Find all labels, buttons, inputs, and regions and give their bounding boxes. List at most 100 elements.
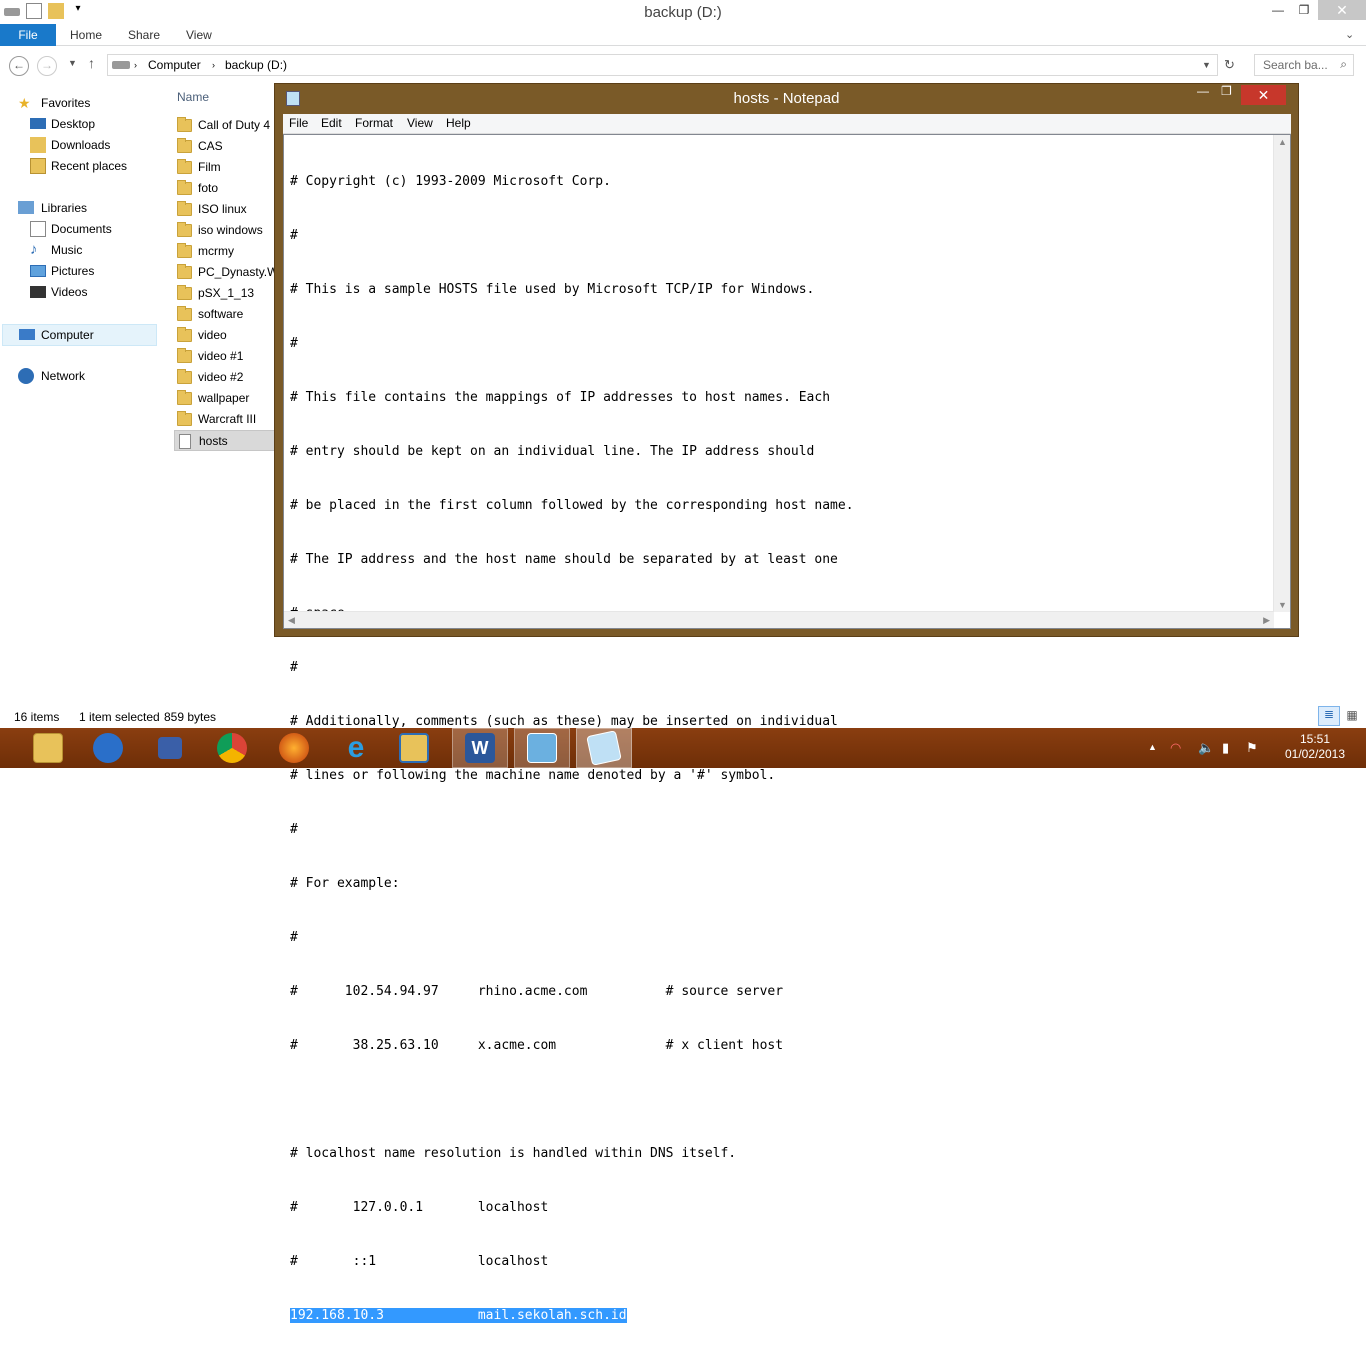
minimize-button[interactable]: — bbox=[1197, 84, 1209, 98]
column-header-name[interactable]: Name bbox=[177, 90, 209, 104]
list-item-selected[interactable]: hosts bbox=[174, 430, 276, 451]
list-item[interactable]: ISO linux bbox=[174, 199, 276, 220]
recent-locations-icon[interactable]: ▼ bbox=[68, 58, 77, 68]
text-line: # 38.25.63.10 x.acme.com # x client host bbox=[290, 1038, 784, 1053]
breadcrumb-computer[interactable]: Computer bbox=[148, 58, 201, 72]
list-item[interactable]: CAS bbox=[174, 136, 276, 157]
action-center-icon[interactable]: ⚑ bbox=[1246, 740, 1258, 756]
notepad-title: hosts - Notepad bbox=[733, 90, 840, 107]
folder-icon bbox=[177, 159, 192, 174]
folder-icon bbox=[177, 306, 192, 321]
documents-icon bbox=[30, 221, 46, 237]
taskbar-browser-globe[interactable] bbox=[80, 728, 136, 768]
computer-icon bbox=[19, 329, 35, 340]
taskbar-control-panel[interactable] bbox=[514, 728, 570, 768]
maximize-button[interactable]: ❐ bbox=[1290, 0, 1318, 20]
search-input[interactable]: Search ba... ⌕ bbox=[1254, 54, 1354, 76]
search-placeholder: Search ba... bbox=[1263, 58, 1328, 72]
tab-home[interactable]: Home bbox=[70, 24, 102, 46]
folder-icon bbox=[177, 390, 192, 405]
vertical-scrollbar[interactable]: ▲ ▼ bbox=[1273, 135, 1290, 612]
music-icon: ♪ bbox=[30, 241, 38, 258]
star-icon: ★ bbox=[18, 95, 31, 111]
taskbar-archive-tool[interactable] bbox=[386, 728, 442, 768]
firefox-icon bbox=[279, 733, 309, 763]
up-button[interactable]: ↑ bbox=[88, 55, 95, 71]
taskbar-firefox[interactable] bbox=[266, 728, 322, 768]
list-item[interactable]: video bbox=[174, 325, 276, 346]
taskbar: e W ▲ ◠ 🔈 ▮ ⚑ 15:51 01/02/2013 bbox=[0, 728, 1366, 768]
list-item[interactable]: wallpaper bbox=[174, 388, 276, 409]
list-item[interactable]: Warcraft III bbox=[174, 409, 276, 430]
list-item[interactable]: PC_Dynasty.W bbox=[174, 262, 276, 283]
explorer-title-bar: ▾ backup (D:) — ❐ ✕ bbox=[0, 0, 1366, 24]
wifi-icon[interactable]: ◠ bbox=[1170, 740, 1181, 756]
item-count: 16 items bbox=[14, 710, 60, 724]
taskbar-network-tool[interactable] bbox=[142, 728, 198, 768]
tab-share[interactable]: Share bbox=[128, 24, 160, 46]
battery-icon[interactable]: ▮ bbox=[1222, 740, 1229, 756]
menu-file[interactable]: File bbox=[289, 116, 308, 130]
menu-view[interactable]: View bbox=[407, 116, 433, 130]
ribbon-tabs: File Home Share View ⌄ bbox=[0, 24, 1366, 46]
notepad-text-area[interactable]: # Copyright (c) 1993-2009 Microsoft Corp… bbox=[283, 134, 1291, 1323]
taskbar-file-explorer[interactable] bbox=[20, 728, 76, 768]
folder-icon bbox=[177, 285, 192, 300]
text-line: # 102.54.94.97 rhino.acme.com # source s… bbox=[290, 984, 784, 999]
list-item[interactable]: software bbox=[174, 304, 276, 325]
selected-text-line[interactable]: 192.168.10.3 mail.sekolah.sch.id bbox=[290, 1308, 627, 1323]
notepad-menu-bar: File Edit Format View Help bbox=[283, 114, 1291, 134]
selection-count: 1 item selected bbox=[79, 710, 160, 724]
volume-icon[interactable]: 🔈 bbox=[1198, 740, 1214, 756]
horizontal-scrollbar[interactable]: ◀ ▶ bbox=[284, 611, 1274, 628]
nav-computer[interactable]: Computer bbox=[2, 324, 157, 346]
list-item[interactable]: Call of Duty 4 bbox=[174, 115, 276, 136]
maximize-button[interactable]: ❐ bbox=[1221, 84, 1232, 98]
navigation-pane: ★ Favorites Desktop Downloads Recent pla… bbox=[0, 84, 158, 704]
menu-format[interactable]: Format bbox=[355, 116, 393, 130]
folder-icon bbox=[177, 117, 192, 132]
list-item[interactable]: mcrmy bbox=[174, 241, 276, 262]
recent-places-icon bbox=[30, 158, 46, 174]
taskbar-internet-explorer[interactable]: e bbox=[328, 728, 384, 768]
text-line bbox=[290, 1091, 854, 1109]
list-item[interactable]: Film bbox=[174, 157, 276, 178]
tab-view[interactable]: View bbox=[186, 24, 212, 46]
list-item[interactable]: video #2 bbox=[174, 367, 276, 388]
address-bar[interactable]: › Computer › backup (D:) ▼ bbox=[107, 54, 1218, 76]
close-button[interactable]: ✕ bbox=[1318, 0, 1366, 20]
back-button[interactable]: ← bbox=[9, 56, 29, 76]
expand-ribbon-icon[interactable]: ⌄ bbox=[1345, 28, 1354, 41]
scroll-down-icon[interactable]: ▼ bbox=[1278, 600, 1287, 610]
scroll-up-icon[interactable]: ▲ bbox=[1278, 137, 1287, 147]
taskbar-notepad[interactable] bbox=[576, 728, 632, 768]
network-icon bbox=[18, 368, 34, 384]
minimize-button[interactable]: — bbox=[1264, 0, 1292, 20]
menu-help[interactable]: Help bbox=[446, 116, 471, 130]
scroll-right-icon[interactable]: ▶ bbox=[1263, 615, 1270, 626]
text-line: # This file contains the mappings of IP … bbox=[290, 390, 831, 405]
taskbar-word[interactable]: W bbox=[452, 728, 508, 768]
list-item[interactable]: pSX_1_13 bbox=[174, 283, 276, 304]
large-icons-view-icon[interactable]: ▦ bbox=[1343, 708, 1361, 726]
details-view-icon[interactable]: ≣ bbox=[1318, 706, 1340, 726]
show-hidden-icons-icon[interactable]: ▲ bbox=[1148, 742, 1157, 752]
system-clock[interactable]: 15:51 01/02/2013 bbox=[1270, 732, 1360, 762]
menu-edit[interactable]: Edit bbox=[321, 116, 342, 130]
list-item[interactable]: iso windows bbox=[174, 220, 276, 241]
refresh-icon[interactable]: ↻ bbox=[1224, 57, 1235, 73]
forward-button[interactable]: → bbox=[37, 56, 57, 76]
folder-icon bbox=[177, 180, 192, 195]
tab-file[interactable]: File bbox=[0, 24, 56, 46]
text-line: # 127.0.0.1 localhost bbox=[290, 1200, 549, 1215]
scroll-left-icon[interactable]: ◀ bbox=[288, 615, 295, 626]
chevron-down-icon[interactable]: ▼ bbox=[1202, 60, 1211, 70]
folder-icon bbox=[177, 411, 192, 426]
close-button[interactable]: ✕ bbox=[1241, 85, 1286, 105]
taskbar-chrome[interactable] bbox=[204, 728, 260, 768]
list-item[interactable]: foto bbox=[174, 178, 276, 199]
text-line: # ::1 localhost bbox=[290, 1254, 549, 1269]
breadcrumb-backup[interactable]: backup (D:) bbox=[225, 58, 287, 72]
list-item[interactable]: video #1 bbox=[174, 346, 276, 367]
text-line: # bbox=[290, 660, 298, 675]
